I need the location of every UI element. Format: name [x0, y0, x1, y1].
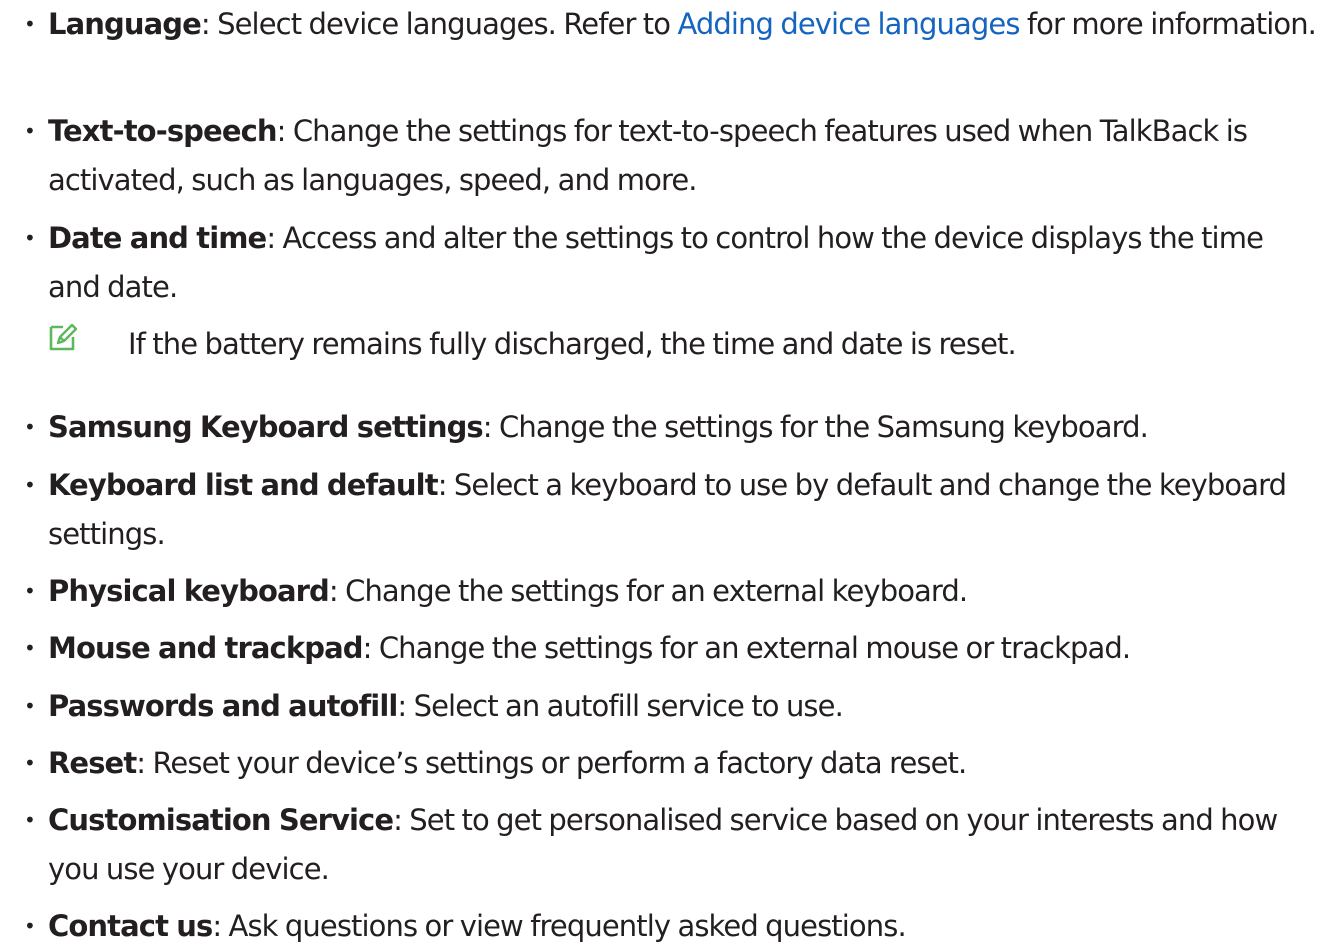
item-term: Keyboard list and default	[48, 468, 439, 502]
list-item: • Mouse and trackpad: Change the setting…	[24, 624, 1316, 673]
item-description: : Select an autofill service to use.	[397, 689, 843, 723]
bullet: •	[24, 226, 36, 250]
bullet: •	[24, 694, 36, 718]
item-term: Customisation Service	[48, 803, 394, 837]
document-page: • Language: Select device languages. Ref…	[0, 0, 1328, 951]
bullet: •	[24, 579, 36, 603]
bullet: •	[24, 636, 36, 660]
bullet: •	[24, 12, 36, 36]
list-item: • Language: Select device languages. Ref…	[24, 0, 1317, 49]
list-item: • Customisation Service: Set to get pers…	[24, 796, 1316, 894]
bullet: •	[24, 808, 36, 832]
adding-device-languages-link[interactable]: Adding device languages	[677, 7, 1020, 41]
item-description: : Ask questions or view frequently asked…	[212, 909, 906, 943]
list-item: • Date and time: Access and alter the se…	[24, 214, 1316, 312]
list-item: • Text-to-speech: Change the settings fo…	[24, 107, 1316, 205]
bullet: •	[24, 751, 36, 775]
item-term: Samsung Keyboard settings	[48, 410, 484, 444]
item-term: Date and time	[48, 221, 267, 255]
bullet: •	[24, 119, 36, 143]
item-term: Passwords and autofill	[48, 689, 398, 723]
list-item: • Reset: Reset your device’s settings or…	[24, 739, 1316, 788]
item-description: : Reset your device’s settings or perfor…	[136, 746, 967, 780]
item-description-end: for more information.	[1019, 7, 1317, 41]
item-term: Reset	[48, 746, 137, 780]
note-text: If the battery remains fully discharged,…	[128, 327, 1017, 361]
list-item: • Passwords and autofill: Select an auto…	[24, 682, 1316, 731]
item-term: Physical keyboard	[48, 574, 330, 608]
bullet: •	[24, 415, 36, 439]
item-description: : Change the settings for an external mo…	[362, 631, 1131, 665]
list-item: • Physical keyboard: Change the settings…	[24, 567, 1316, 616]
item-term: Contact us	[48, 909, 213, 943]
item-description: : Change the settings for the Samsung ke…	[482, 410, 1149, 444]
list-item: • Samsung Keyboard settings: Change the …	[24, 403, 1316, 452]
list-item: • Keyboard list and default: Select a ke…	[24, 461, 1316, 559]
bullet: •	[24, 473, 36, 497]
note-box: If the battery remains fully discharged,…	[48, 320, 1316, 369]
bullet: •	[24, 914, 36, 938]
item-term: Text-to-speech	[48, 114, 278, 148]
item-description: : Change the settings for an external ke…	[328, 574, 968, 608]
item-description: : Select device languages. Refer to	[200, 7, 678, 41]
item-term: Mouse and trackpad	[48, 631, 364, 665]
list-item: • Contact us: Ask questions or view freq…	[24, 902, 1316, 951]
note-pencil-icon	[49, 323, 78, 351]
item-term: Language	[48, 7, 202, 41]
